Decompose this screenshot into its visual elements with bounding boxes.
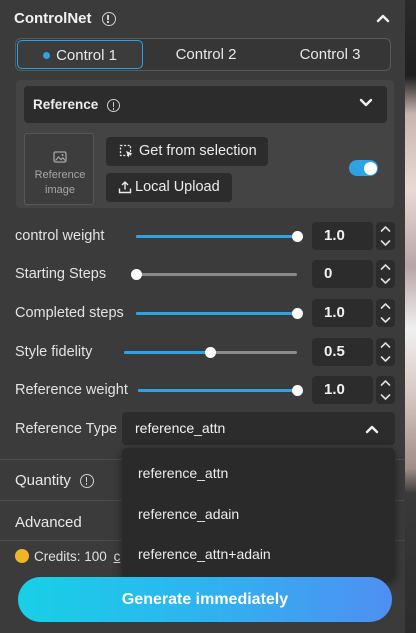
active-dot-icon	[43, 51, 51, 59]
reference-enable-toggle[interactable]	[349, 160, 378, 176]
starting-steps-slider[interactable]	[130, 269, 297, 280]
dropdown-option-reference-attn[interactable]: reference_attn	[122, 455, 395, 491]
info-icon[interactable]	[107, 98, 121, 112]
advanced-label[interactable]: Advanced	[15, 514, 82, 531]
style-fidelity-slider[interactable]	[124, 347, 297, 358]
reference-image-slot[interactable]: Reference image	[24, 133, 94, 205]
chevron-down-icon[interactable]	[376, 390, 395, 404]
chevron-down-icon[interactable]	[359, 97, 373, 109]
reference-weight-slider[interactable]	[138, 385, 303, 396]
dropdown-option-reference-attn-adain[interactable]: reference_attn+adain	[122, 536, 395, 572]
chevron-up-icon[interactable]	[376, 222, 395, 236]
info-icon[interactable]	[80, 474, 95, 489]
reference-weight-stepper[interactable]	[376, 376, 395, 404]
reference-type-label: Reference Type	[15, 421, 118, 437]
control-tabs: Control 1 Control 2 Control 3	[15, 38, 391, 71]
reference-image-label: Reference image	[34, 169, 86, 196]
control-weight-slider-fill	[136, 235, 297, 238]
control-weight-value-input[interactable]: 1.0	[312, 222, 373, 250]
starting-steps-label: Starting Steps	[15, 266, 107, 282]
completed-steps-stepper[interactable]	[376, 299, 395, 327]
style-fidelity-stepper[interactable]	[376, 338, 395, 366]
completed-steps-slider[interactable]	[136, 308, 303, 319]
control-weight-slider[interactable]	[136, 231, 303, 242]
starting-steps-slider-handle[interactable]	[130, 269, 142, 280]
chevron-down-icon[interactable]	[376, 313, 395, 327]
chevron-up-icon[interactable]	[376, 299, 395, 313]
completed-steps-slider-fill	[136, 312, 297, 315]
control-weight-stepper[interactable]	[376, 222, 395, 250]
chevron-up-icon[interactable]	[376, 338, 395, 352]
completed-steps-label: Completed steps	[15, 305, 124, 321]
tab-control-3[interactable]: Control 3	[270, 40, 390, 69]
credits-link-partial[interactable]: c	[114, 549, 121, 564]
upload-icon	[118, 181, 132, 194]
tab-control-2[interactable]: Control 2	[146, 40, 266, 69]
style-fidelity-slider-fill	[124, 351, 211, 354]
chevron-up-icon[interactable]	[376, 376, 395, 390]
style-fidelity-value-input[interactable]: 0.5	[312, 338, 373, 366]
style-fidelity-label: Style fidelity	[15, 344, 93, 360]
chevron-up-icon[interactable]	[376, 260, 395, 274]
control-weight-slider-handle[interactable]	[291, 231, 303, 242]
reference-weight-slider-handle[interactable]	[291, 385, 303, 396]
info-icon[interactable]	[101, 12, 116, 27]
reference-type-dropdown: reference_attn reference_adain reference…	[122, 448, 395, 580]
selection-icon	[119, 144, 133, 158]
panel-title: ControlNet	[14, 10, 116, 27]
chevron-down-icon[interactable]	[376, 236, 395, 250]
chevron-up-icon[interactable]	[376, 12, 390, 24]
starting-steps-value-input[interactable]: 0	[312, 260, 373, 288]
reference-type-select[interactable]: reference_attn	[122, 412, 395, 445]
get-from-selection-button[interactable]: Get from selection	[106, 137, 268, 166]
dropdown-option-reference-adain[interactable]: reference_adain	[122, 496, 395, 532]
reference-title: Reference	[33, 97, 121, 112]
canvas-preview-edge	[405, 0, 416, 633]
tab-control-1[interactable]: Control 1	[17, 40, 143, 69]
reference-weight-label: Reference weight	[15, 382, 128, 398]
style-fidelity-slider-handle[interactable]	[205, 347, 216, 358]
local-upload-button[interactable]: Local Upload	[106, 173, 232, 202]
starting-steps-stepper[interactable]	[376, 260, 395, 288]
control-weight-label: control weight	[15, 228, 105, 244]
chevron-up-icon	[365, 425, 379, 434]
toggle-knob	[363, 161, 377, 175]
completed-steps-slider-handle[interactable]	[291, 308, 303, 319]
credits: Credits: 100 c	[15, 549, 120, 564]
panel-title-text: ControlNet	[14, 10, 92, 27]
chevron-down-icon[interactable]	[376, 352, 395, 366]
chevron-down-icon[interactable]	[376, 274, 395, 288]
reference-weight-value-input[interactable]: 1.0	[312, 376, 373, 404]
generate-button[interactable]: Generate immediately	[18, 577, 392, 622]
coin-icon	[15, 549, 29, 564]
completed-steps-value-input[interactable]: 1.0	[312, 299, 373, 327]
image-icon	[53, 151, 67, 163]
reference-weight-slider-fill	[138, 389, 297, 392]
quantity-label[interactable]: Quantity	[15, 472, 95, 489]
